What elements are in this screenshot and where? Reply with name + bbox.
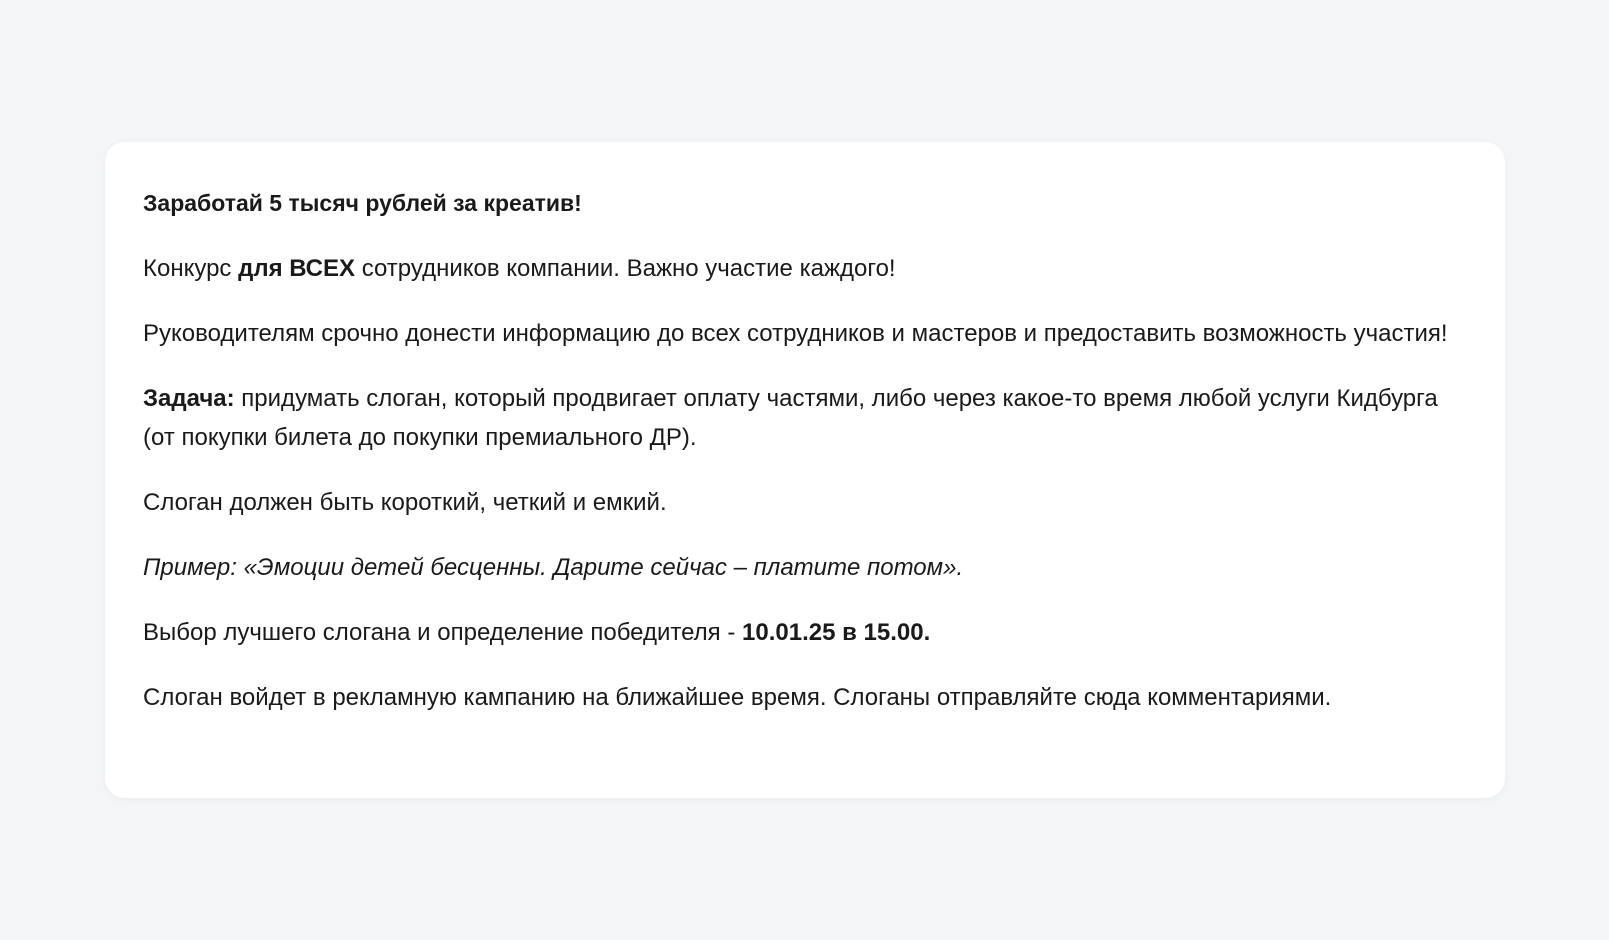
winner-selection-date: 10.01.25 в 15.00.	[742, 619, 931, 646]
task-label: Задача:	[143, 385, 235, 412]
slogan-requirements-paragraph: Слоган должен быть короткий, четкий и ем…	[143, 489, 667, 516]
winner-selection-paragraph: Выбор лучшего слогана и определение побе…	[143, 613, 1467, 652]
managers-instruction-paragraph: Руководителям срочно донести информацию …	[143, 320, 1448, 347]
contest-intro-end: сотрудников компании. Важно участие кажд…	[355, 255, 896, 282]
slogan-example-paragraph: Пример: «Эмоции детей бесценны. Дарите с…	[143, 554, 964, 581]
submission-instructions-paragraph: Слоган войдет в рекламную кампанию на бл…	[143, 684, 1332, 711]
post-title: Заработай 5 тысяч рублей за креатив!	[143, 190, 582, 216]
task-description: придумать слоган, который продвигает опл…	[143, 385, 1438, 451]
post-card: Заработай 5 тысяч рублей за креатив! Кон…	[105, 142, 1505, 798]
winner-selection-text: Выбор лучшего слогана и определение побе…	[143, 619, 743, 646]
task-paragraph: Задача: придумать слоган, который продви…	[143, 379, 1467, 457]
contest-intro-paragraph: Конкурс для ВСЕХ сотрудников компании. В…	[143, 249, 1467, 288]
contest-audience-emphasis: для ВСЕХ	[238, 255, 356, 282]
contest-intro-start: Конкурс	[143, 255, 239, 282]
